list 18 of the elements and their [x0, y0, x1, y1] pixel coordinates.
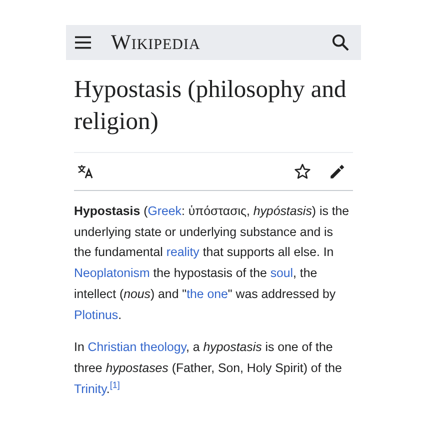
star-icon[interactable]: [294, 163, 311, 180]
link[interactable]: soul: [270, 266, 294, 280]
link[interactable]: Christian theology: [88, 340, 186, 354]
article-title: Hypostasis (philosophy and religion): [74, 74, 353, 153]
footnote-link[interactable]: [1]: [110, 380, 120, 390]
link[interactable]: Trinity: [74, 382, 106, 396]
paragraph: Hypostasis (Greek: ὑπόστασις, hypóstasis) is the underlying state or underlying substance and is the fundamental reality that supports all else. In Neoplatonism the hypostasis of the soul, the intellect (nous) and "the one" was addressed by Plotinus.: [74, 203, 350, 324]
link[interactable]: reality: [166, 245, 200, 260]
link[interactable]: the one: [186, 286, 228, 301]
logo[interactable]: Wikipedia: [111, 30, 200, 55]
paragraph: In Christian theology, a hypostasis is one of the three hypostases (Father, Son, Holy Spirit) of the Trinity.$^{[1]}$: [74, 339, 343, 398]
search-icon[interactable]: [332, 34, 349, 51]
language-icon[interactable]: [77, 164, 94, 179]
menu-icon[interactable]: [75, 36, 91, 49]
link[interactable]: Plotinus: [74, 308, 118, 322]
link[interactable]: Neoplatonism: [74, 266, 150, 280]
pencil-icon[interactable]: [329, 164, 345, 180]
link[interactable]: Greek: [148, 204, 182, 218]
